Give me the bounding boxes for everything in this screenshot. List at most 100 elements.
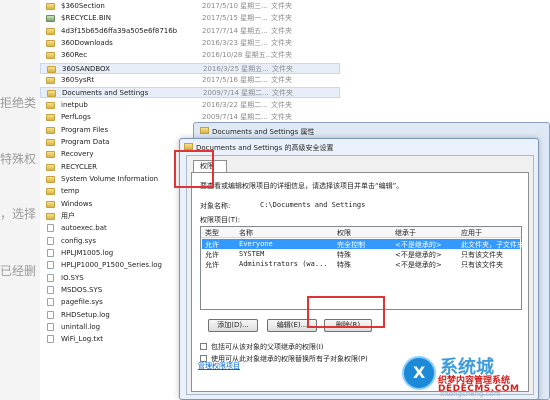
inherit-permissions-checkbox[interactable]	[200, 343, 207, 350]
file-icon	[47, 249, 54, 257]
file-name: 360SANDBOX	[62, 64, 110, 73]
file-name: 360Downloads	[61, 39, 113, 48]
file-icon	[47, 224, 54, 233]
file-name: autoexec.bat	[61, 224, 107, 233]
file-name: pagefile.sys	[61, 298, 103, 307]
highlight-remove-button	[307, 296, 385, 328]
instruction-text: 要查看或编辑权限项目的详细信息，请选择该项目并单击“编辑”。	[200, 182, 404, 190]
file-date: 2009/7/14 星期二...	[203, 89, 269, 98]
file-icon	[47, 310, 54, 319]
file-row[interactable]: inetpub 2016/3/22 星期二... 文件夹	[40, 100, 340, 111]
file-type: 文件夹	[272, 89, 293, 98]
file-name: HPLJM1005.log	[61, 249, 114, 257]
file-date: 2016/3/25 星期五...	[203, 64, 269, 73]
folder-icon	[46, 114, 55, 122]
file-date: 2016/3/23 星期三...	[202, 39, 268, 48]
folder-icon	[46, 101, 55, 109]
file-row[interactable]: $RECYCLE.BIN 2017/5/15 星期一... 文件夹	[40, 13, 340, 24]
file-name: unintall.log	[61, 323, 101, 332]
folder-icon	[46, 126, 55, 134]
folder-icon	[47, 65, 56, 73]
file-name: inetpub	[61, 100, 88, 109]
file-name: Program Files	[61, 125, 109, 134]
row-inherited-from: <不是继承的>	[395, 261, 442, 269]
file-row[interactable]: 360SysRt 2017/5/16 星期二... 文件夹	[40, 75, 340, 86]
file-name: IO.SYS	[61, 273, 84, 282]
file-name: HPLJP1000_P1500_Series.log	[61, 261, 162, 270]
file-icon	[47, 261, 54, 270]
file-type: 文件夹	[271, 14, 292, 23]
row-principal: Everyone	[239, 240, 273, 248]
file-name: Program Data	[61, 137, 110, 146]
folder-icon	[200, 127, 209, 134]
file-row[interactable]: 4d3f15b65d6ffa39a505e6f8716b 2017/7/14 星期…	[40, 26, 340, 37]
file-row[interactable]: 360Rec 2016/10/28 星期五... 文件夹	[40, 50, 340, 61]
file-icon	[47, 273, 54, 282]
file-name: $RECYCLE.BIN	[61, 14, 111, 23]
permission-row[interactable]: 允许 Everyone 完全控制 <不是继承的> 此文件夹，子文件夹...	[202, 239, 531, 249]
file-type: 文件夹	[271, 100, 292, 109]
folder-icon	[47, 90, 56, 98]
folder-icon	[46, 188, 55, 196]
file-name: PerfLogs	[61, 113, 91, 122]
file-date: 2016/10/28 星期五...	[202, 51, 273, 60]
folder-icon	[184, 143, 193, 150]
properties-window-title: Documents and Settings 属性	[212, 128, 315, 136]
file-name: 用户	[61, 211, 75, 220]
file-name: 360SysRt	[61, 76, 95, 85]
article-strip: 拒绝类 特殊权 ，选择 已经删	[0, 0, 40, 400]
row-permission: 特殊	[337, 261, 351, 269]
file-name: RECYCLER	[61, 162, 98, 171]
file-row[interactable]: 360SANDBOX 2016/3/25 星期五... 文件夹	[40, 62, 340, 74]
file-name: Recovery	[61, 150, 94, 159]
file-name: 4d3f15b65d6ffa39a505e6f8716b	[61, 26, 178, 35]
file-name: temp	[61, 187, 80, 196]
file-name: WiFi_Log.txt	[61, 335, 104, 344]
file-date: 2017/5/10 星期三...	[202, 2, 268, 10]
article-text: ，选择	[0, 207, 37, 221]
file-name: Documents and Settings	[62, 89, 149, 98]
folder-icon	[46, 40, 55, 48]
folder-icon	[46, 77, 55, 85]
add-button[interactable]: 添加(D)...	[208, 319, 258, 332]
watermark-logo-icon: X	[402, 356, 436, 390]
file-name: System Volume Information	[61, 174, 159, 183]
manage-permissions-link[interactable]: 管理权限项目	[198, 361, 240, 371]
column-header-name[interactable]: 名称	[239, 228, 253, 238]
file-name: Windows	[61, 199, 93, 208]
watermark-domain: xitongcheng.com	[440, 390, 501, 398]
folder-icon	[46, 3, 55, 10]
file-row[interactable]: 360Downloads 2016/3/23 星期三... 文件夹	[40, 38, 340, 49]
object-name-value: C:\Documents and Settings	[260, 201, 366, 209]
file-row[interactable]: Documents and Settings 2009/7/14 星期二... 文件…	[40, 87, 340, 99]
column-header-type[interactable]: 类型	[205, 228, 219, 238]
permission-row[interactable]: 允许 SYSTEM 特殊 <不是继承的> 只有该文件夹	[202, 249, 520, 259]
folder-icon	[46, 175, 55, 183]
row-apply-to: 只有该文件夹	[461, 261, 503, 269]
folder-icon	[46, 138, 55, 146]
list-header: 类型 名称 权限 继承于 应用于	[201, 227, 521, 238]
file-date: 2017/7/14 星期五...	[202, 26, 268, 35]
file-date: 2017/5/16 星期二...	[202, 76, 268, 85]
file-name: RHDSetup.log	[61, 310, 110, 319]
file-type: 文件夹	[271, 39, 292, 48]
recycle-bin-icon	[46, 15, 55, 23]
file-name: MSDOS.SYS	[61, 286, 103, 295]
folder-icon	[46, 163, 55, 171]
file-icon	[47, 335, 54, 344]
file-name: $360Section	[61, 2, 105, 10]
file-date: 2017/5/15 星期一...	[202, 14, 268, 23]
file-icon	[47, 298, 54, 307]
column-header-inherited-from[interactable]: 继承于	[395, 228, 416, 238]
folder-icon	[46, 27, 55, 35]
file-row[interactable]: $360Section 2017/5/10 星期三... 文件夹	[40, 1, 340, 12]
file-icon	[47, 323, 54, 332]
column-header-permission[interactable]: 权限	[337, 228, 351, 238]
permission-row[interactable]: 允许 Administrators (wa... 特殊 <不是继承的> 只有该文…	[202, 259, 520, 269]
row-type: 允许	[205, 261, 219, 269]
column-header-apply-to[interactable]: 应用于	[461, 228, 482, 238]
file-name: config.sys	[61, 236, 97, 245]
row-principal: Administrators (wa...	[239, 260, 328, 268]
file-name: 360Rec	[61, 51, 88, 60]
file-icon	[47, 286, 54, 295]
